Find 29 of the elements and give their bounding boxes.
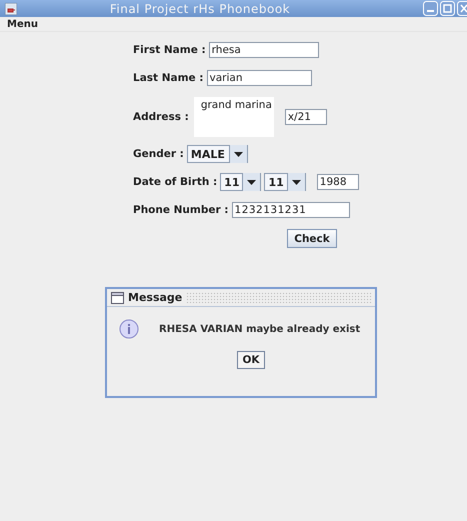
minimize-icon[interactable] [423,1,438,16]
window-icon [111,292,124,304]
first-name-field[interactable]: rhesa [208,42,319,58]
year-field[interactable]: 1988 [316,174,359,190]
caret-icon [286,173,305,191]
menu-item[interactable]: Menu [7,18,38,30]
window-title: Final Project rHs Phonebook [108,2,292,16]
caret-icon [242,173,260,191]
close-icon[interactable] [457,1,467,16]
month-dropdown[interactable]: 11 [264,173,306,191]
last-name-label: Last Name : [133,72,204,84]
first-name-label: First Name : [133,44,206,56]
address-field[interactable]: grand marina [194,97,274,137]
dialog-title: Message [128,291,182,304]
phone-field[interactable]: 1232131231 [232,202,350,218]
phone-label: Phone Number : [133,204,229,216]
last-name-field[interactable]: varian [206,70,312,86]
gender-dropdown[interactable]: MALE [186,145,248,163]
maximize-icon[interactable] [440,1,455,16]
house-number-field[interactable]: x/21 [284,109,327,125]
info-icon [119,319,139,339]
caret-icon [228,145,247,163]
gender-label: Gender : [133,148,184,160]
check-button[interactable]: Check [287,229,337,248]
day-dropdown[interactable]: 11 [220,173,262,191]
address-label: Address : [133,111,189,123]
dialog-message: RHESA VARIAN maybe already exist [159,324,360,334]
ok-button[interactable]: OK [237,351,265,369]
birth-date-label: Date of Birth : [133,176,218,188]
